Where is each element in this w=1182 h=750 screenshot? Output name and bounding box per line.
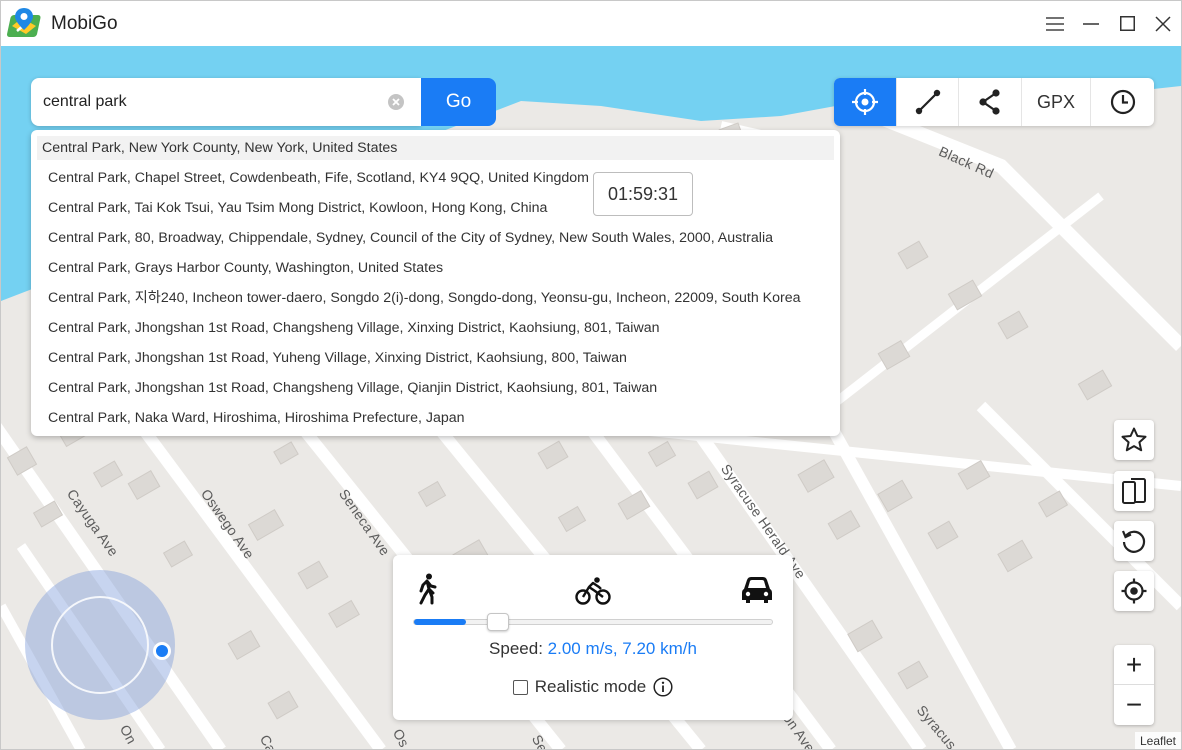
clear-search-icon[interactable] xyxy=(387,93,405,111)
suggestion-item[interactable]: Central Park, Jhongshan 1st Road, Changs… xyxy=(37,373,834,403)
speed-value: 2.00 m/s, 7.20 km/h xyxy=(547,639,697,658)
reset-location-button[interactable] xyxy=(1114,521,1154,561)
realistic-mode-row: Realistic mode xyxy=(393,677,793,697)
crosshair-icon xyxy=(852,89,878,115)
minimize-button[interactable] xyxy=(1073,1,1109,46)
speed-readout: Speed: 2.00 m/s, 7.20 km/h xyxy=(393,639,793,659)
star-icon xyxy=(1121,427,1147,452)
menu-button[interactable] xyxy=(1037,1,1073,46)
speed-slider-fill xyxy=(414,619,466,625)
locate-icon xyxy=(1121,578,1147,604)
two-spot-route-icon xyxy=(915,89,940,115)
title-bar: MobiGo xyxy=(1,1,1181,46)
info-icon[interactable] xyxy=(653,677,673,697)
cooldown-timer: 01:59:31 xyxy=(593,172,693,216)
maximize-button[interactable] xyxy=(1109,1,1145,46)
speed-slider[interactable] xyxy=(413,613,773,631)
realistic-mode-label: Realistic mode xyxy=(534,677,647,696)
device-switch-button[interactable] xyxy=(1114,471,1154,511)
map-attribution[interactable]: Leaflet xyxy=(1134,732,1181,749)
share-nodes-icon xyxy=(979,89,1000,115)
two-spot-mode-button[interactable] xyxy=(897,78,959,126)
clock-icon xyxy=(1110,89,1135,115)
device-switch-icon xyxy=(1122,478,1146,504)
history-button[interactable] xyxy=(1091,78,1154,126)
close-button[interactable] xyxy=(1145,1,1181,46)
suggestion-item[interactable]: Central Park, Jhongshan 1st Road, Changs… xyxy=(37,313,834,343)
map-canvas[interactable]: Black Rd Cayuga Ave Oswego Ave Seneca Av… xyxy=(1,46,1181,749)
close-icon xyxy=(1155,15,1171,32)
search-input[interactable] xyxy=(43,93,373,111)
locate-me-button[interactable] xyxy=(1114,571,1154,611)
suggestion-item[interactable]: Central Park, Tai Kok Tsui, Yau Tsim Mon… xyxy=(37,193,834,223)
hamburger-icon xyxy=(1046,16,1064,31)
gpx-label: GPX xyxy=(1036,91,1075,112)
speed-label: Speed: xyxy=(489,639,543,658)
walk-speed-icon[interactable] xyxy=(415,573,439,605)
zoom-control: + − xyxy=(1114,645,1154,725)
zoom-in-button[interactable]: + xyxy=(1114,645,1154,685)
favorites-button[interactable] xyxy=(1114,420,1154,460)
minimize-icon xyxy=(1083,22,1099,25)
window-controls xyxy=(1037,1,1181,46)
maximize-icon xyxy=(1119,16,1135,31)
realistic-mode-checkbox[interactable] xyxy=(512,679,528,695)
reset-icon xyxy=(1121,530,1146,553)
suggestion-item[interactable]: Central Park, Jhongshan 1st Road, Yuheng… xyxy=(37,343,834,373)
zoom-out-button[interactable]: − xyxy=(1114,685,1154,725)
app-window: MobiGo Black Rd Cayuga Ave Oswego Ave Se… xyxy=(0,0,1182,750)
suggestion-item[interactable]: Central Park, 80, Broadway, Chippendale,… xyxy=(37,223,834,253)
speed-panel: Speed: 2.00 m/s, 7.20 km/h Realistic mod… xyxy=(393,555,793,720)
suggestion-item[interactable]: Central Park, 지하240, Incheon tower-daero… xyxy=(37,283,834,313)
teleport-mode-button[interactable] xyxy=(834,78,897,126)
bike-speed-icon[interactable] xyxy=(575,577,611,605)
app-title: MobiGo xyxy=(51,12,118,34)
suggestion-item[interactable]: Central Park, Grays Harbor County, Washi… xyxy=(37,253,834,283)
go-button[interactable]: Go xyxy=(421,78,496,126)
multi-spot-mode-button[interactable] xyxy=(959,78,1022,126)
suggestion-item[interactable]: Central Park, Naka Ward, Hiroshima, Hiro… xyxy=(37,403,834,433)
joystick[interactable] xyxy=(25,570,175,720)
joystick-ring xyxy=(51,596,149,694)
speed-slider-thumb[interactable] xyxy=(487,613,509,631)
mode-toolbar: GPX xyxy=(834,78,1154,126)
search-suggestions: Central Park, New York County, New York,… xyxy=(31,130,840,436)
suggestion-item[interactable]: Central Park, Chapel Street, Cowdenbeath… xyxy=(37,163,834,193)
car-speed-icon[interactable] xyxy=(741,575,773,605)
suggestion-item[interactable]: Central Park, New York County, New York,… xyxy=(37,136,834,160)
search-box xyxy=(31,78,421,126)
gpx-import-button[interactable]: GPX xyxy=(1022,78,1091,126)
app-logo-icon xyxy=(6,7,41,37)
joystick-direction-dot[interactable] xyxy=(153,642,171,660)
